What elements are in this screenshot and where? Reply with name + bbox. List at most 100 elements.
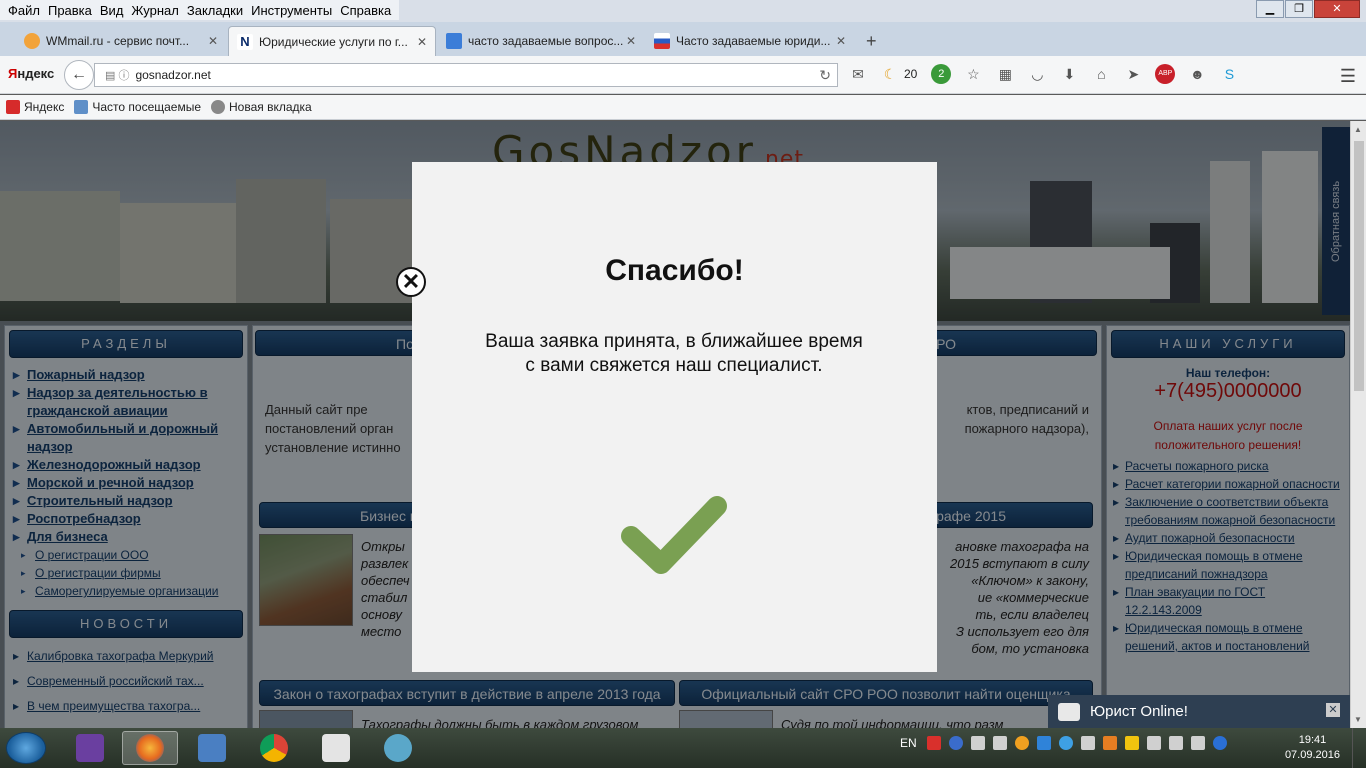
flag-favicon-icon xyxy=(654,33,670,49)
tray-bluetooth-icon[interactable] xyxy=(1212,736,1227,750)
minimize-button[interactable]: ▁ xyxy=(1256,0,1284,18)
scroll-up-icon[interactable]: ▲ xyxy=(1354,125,1362,134)
url-text: gosnadzor.net xyxy=(135,68,211,82)
tab-legal-services[interactable]: N Юридические услуги по г... ✕ xyxy=(228,26,436,56)
scroll-thumb[interactable] xyxy=(1354,141,1364,391)
tray-tools-icon[interactable] xyxy=(992,736,1007,750)
tab-close-icon[interactable]: ✕ xyxy=(626,34,636,48)
new-tab-button[interactable]: + xyxy=(858,26,885,56)
chat-widget[interactable]: Юрист Online! ✕ xyxy=(1048,695,1350,728)
taskbar-app-other[interactable] xyxy=(370,731,426,765)
moon-count: 20 xyxy=(904,67,918,81)
window-close-button[interactable]: ✕ xyxy=(1314,0,1360,18)
menu-item[interactable]: Правка xyxy=(48,3,92,18)
pocket-icon[interactable]: ◡ xyxy=(1027,64,1047,84)
clock-time: 19:41 xyxy=(1298,734,1327,746)
page-scrollbar[interactable]: ▲ ▼ xyxy=(1350,121,1366,728)
language-indicator[interactable]: EN xyxy=(900,736,917,750)
tray-music-icon[interactable] xyxy=(1080,736,1095,750)
tab-title: WMmail.ru - сервис почт... xyxy=(46,34,190,48)
firefox-icon xyxy=(136,734,164,762)
tray-flag-icon[interactable] xyxy=(1146,736,1161,750)
send-icon[interactable]: ➤ xyxy=(1123,64,1143,84)
yandex-browser-icon xyxy=(322,734,350,762)
url-bar[interactable]: ▤ ⓘ gosnadzor.net ↻ xyxy=(94,63,838,87)
scroll-down-icon[interactable]: ▼ xyxy=(1354,715,1362,724)
info-icon[interactable]: ▤ ⓘ xyxy=(105,67,129,83)
skype-icon[interactable]: S xyxy=(1219,64,1239,84)
menu-items: Файл Правка Вид Журнал Закладки Инструменты Сп… xyxy=(0,0,400,20)
home-icon[interactable]: ⌂ xyxy=(1091,64,1111,84)
window-controls: ▁ ❐ ✕ xyxy=(1255,0,1360,18)
tray-signal-icon[interactable] xyxy=(1168,736,1183,750)
moon-icon[interactable]: ☾ xyxy=(880,64,900,84)
tab-faq-legal[interactable]: Часто задаваемые юриди... ✕ xyxy=(646,26,854,56)
modal-close-button[interactable]: ✕ xyxy=(396,267,426,297)
menu-item[interactable]: Справка xyxy=(340,3,391,18)
tab-close-icon[interactable]: ✕ xyxy=(836,34,846,48)
taskbar-app-audio[interactable] xyxy=(184,731,240,765)
menu-item[interactable]: Файл xyxy=(8,3,40,18)
green-badge-icon[interactable]: 2 xyxy=(931,64,952,84)
menu-item[interactable]: Журнал xyxy=(131,3,178,18)
tray-cube-icon[interactable] xyxy=(1102,736,1117,750)
show-desktop-button[interactable] xyxy=(1352,728,1366,768)
menu-item[interactable]: Инструменты xyxy=(251,3,332,18)
clock-date: 07.09.2016 xyxy=(1284,749,1340,761)
tab-bar: WMmail.ru - сервис почт... ✕ N Юридическ… xyxy=(0,22,1366,56)
start-button[interactable] xyxy=(6,732,46,764)
clock[interactable]: 19:41 07.09.2016 xyxy=(1285,733,1340,763)
tab-title: Часто задаваемые юриди... xyxy=(676,34,831,48)
menu-icon[interactable]: ☰ xyxy=(1340,66,1356,87)
reload-icon[interactable]: ↻ xyxy=(819,67,831,84)
app-icon xyxy=(384,734,412,762)
tab-close-icon[interactable]: ✕ xyxy=(417,35,427,49)
menu-item[interactable]: Закладки xyxy=(187,3,243,18)
yandex-logo[interactable]: Яндекс xyxy=(8,66,54,81)
taskbar-app-firefox[interactable] xyxy=(122,731,178,765)
yandex-icon xyxy=(6,100,20,114)
chat-close-button[interactable]: ✕ xyxy=(1326,703,1340,717)
tray-network-icon[interactable] xyxy=(970,736,985,750)
restore-button[interactable]: ❐ xyxy=(1285,0,1313,18)
frequent-icon xyxy=(74,100,89,114)
taskbar-app-yandex[interactable] xyxy=(308,731,364,765)
tray-help-icon[interactable] xyxy=(948,736,963,750)
tray-orange-icon[interactable] xyxy=(1014,736,1029,750)
visual-studio-icon xyxy=(76,734,104,762)
n-favicon-icon: N xyxy=(237,33,253,50)
adblock-icon[interactable]: ABP xyxy=(1155,64,1176,84)
chrome-icon xyxy=(260,734,288,762)
bookmark-yandex[interactable]: Яндекс xyxy=(6,100,64,114)
thank-you-modal: Спасибо! Ваша заявка принята, в ближайше… xyxy=(412,162,937,672)
menu-item[interactable]: Вид xyxy=(100,3,124,18)
menu-bar: Файл Правка Вид Журнал Закладки Инструменты Сп… xyxy=(0,0,1366,22)
tab-wmmail[interactable]: WMmail.ru - сервис почт... ✕ xyxy=(16,26,226,56)
back-button[interactable]: ← xyxy=(64,60,94,90)
tab-faq-search[interactable]: часто задаваемые вопрос... ✕ xyxy=(438,26,644,56)
tray-update-icon[interactable] xyxy=(1124,736,1139,750)
chat-bubble-icon xyxy=(1058,702,1080,721)
bookmarks-bar: Яндекс Часто посещаемые Новая вкладка xyxy=(0,95,1366,120)
download-icon[interactable]: ⬇ xyxy=(1059,64,1079,84)
tab-close-icon[interactable]: ✕ xyxy=(208,34,218,48)
modal-message: Ваша заявка принята, в ближайшее время с… xyxy=(485,331,863,376)
mail-icon[interactable]: ✉ xyxy=(848,64,868,84)
tray-volume-icon[interactable] xyxy=(1190,736,1205,750)
chat-label: Юрист Online! xyxy=(1090,703,1188,720)
reading-list-icon[interactable]: ▦ xyxy=(995,64,1015,84)
bookmark-new-tab[interactable]: Новая вкладка xyxy=(211,100,312,114)
taskbar-app-vs[interactable] xyxy=(62,731,118,765)
tray-media-icon[interactable] xyxy=(1058,736,1073,750)
taskbar-app-chrome[interactable] xyxy=(246,731,302,765)
checkmark-icon xyxy=(621,496,727,574)
tray-blue-icon[interactable] xyxy=(1036,736,1051,750)
bookmark-star-icon[interactable]: ☆ xyxy=(963,64,983,84)
chat-icon[interactable]: ☻ xyxy=(1187,64,1207,84)
tab-title: Юридические услуги по г... xyxy=(259,34,408,49)
bookmark-frequent[interactable]: Часто посещаемые xyxy=(74,100,201,114)
globe-icon xyxy=(211,100,226,114)
speaker-icon xyxy=(198,734,226,762)
tray-pdf-icon[interactable] xyxy=(926,736,941,750)
wmmail-favicon-icon xyxy=(24,33,40,49)
